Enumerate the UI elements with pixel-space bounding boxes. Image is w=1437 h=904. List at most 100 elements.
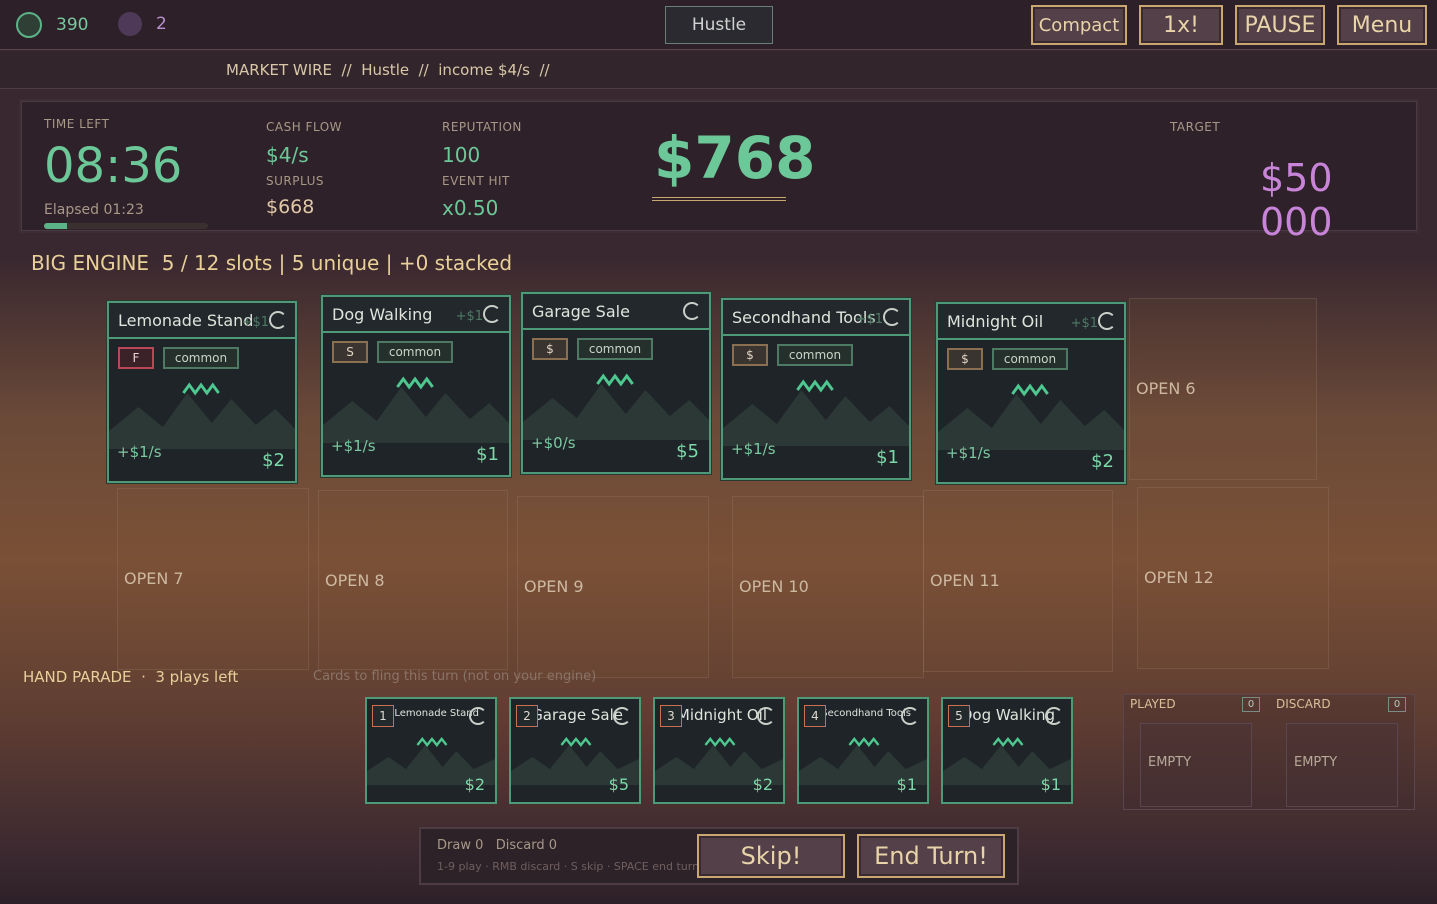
draw-discard-counts: Draw 0 Discard 0 [437, 838, 558, 853]
mountain-art-icon [323, 376, 509, 443]
hand-hint: Cards to fling this turn (not on your en… [313, 669, 597, 684]
pause-button[interactable]: PAUSE [1235, 5, 1325, 45]
coin-icon [16, 12, 42, 38]
card-type-tag: $ [532, 338, 568, 360]
target-label: TARGET [1170, 120, 1221, 134]
open-slot[interactable]: OPEN 8 [318, 490, 508, 670]
end-turn-button[interactable]: End Turn! [857, 834, 1005, 878]
discard-pile[interactable]: EMPTY [1286, 723, 1398, 807]
card-income-hint: +$1 [455, 309, 483, 324]
card-header: Secondhand Tools +$1 [723, 300, 909, 336]
hand-card-2[interactable]: 2 Garage Sale $5 [509, 697, 641, 804]
card-name: Dog Walking [332, 305, 433, 324]
skip-button[interactable]: Skip! [697, 834, 845, 878]
event-hit-value: x0.50 [442, 196, 499, 220]
engine-card-garage-sale[interactable]: Garage Sale $ common +$0/s $5 [521, 292, 711, 474]
mode-label: Hustle [665, 6, 773, 44]
hand-title: HAND PARADE · 3 plays left [23, 668, 239, 686]
hand-card-cost: $1 [896, 775, 917, 794]
discard-empty-text: EMPTY [1294, 755, 1338, 770]
top-bar: 390 2 Hustle Compact 1x! PAUSE Menu [0, 0, 1437, 50]
elapsed-text: Elapsed 01:23 [44, 202, 144, 218]
hand-card-number: 1 [372, 705, 394, 727]
card-type-tag: $ [947, 348, 983, 370]
card-type-tag: $ [732, 344, 768, 366]
open-slot-label: OPEN 7 [124, 569, 184, 588]
open-slot[interactable]: OPEN 11 [923, 490, 1113, 672]
cooldown-ring-icon [1098, 312, 1116, 330]
elapsed-progress-fill [44, 223, 67, 229]
mountain-art-icon [938, 383, 1124, 450]
cooldown-ring-icon [483, 305, 501, 323]
card-income-hint: +$1 [855, 312, 883, 327]
time-left-label: TIME LEFT [44, 117, 110, 131]
compact-button[interactable]: Compact [1031, 5, 1127, 45]
card-rate: +$0/s [531, 434, 576, 452]
card-rarity-tag: common [163, 347, 239, 369]
gem-icon [118, 12, 142, 36]
cash-flow-value: $4/s [266, 143, 309, 167]
open-slot-label: OPEN 11 [930, 571, 1000, 590]
cooldown-ring-icon [613, 707, 631, 725]
reputation-value: 100 [442, 143, 481, 167]
reputation-label: REPUTATION [442, 120, 522, 134]
piles-panel: PLAYED 0 DISCARD 0 EMPTY EMPTY [1123, 694, 1415, 810]
hand-card-5[interactable]: 5 Dog Walking $1 [941, 697, 1073, 804]
open-slot[interactable]: OPEN 10 [732, 496, 924, 678]
discard-label: DISCARD [1276, 697, 1331, 711]
hand-card-number: 3 [660, 705, 682, 727]
open-slot-label: OPEN 10 [739, 577, 809, 596]
open-slot-label: OPEN 9 [524, 577, 584, 596]
open-slot[interactable]: OPEN 7 [117, 488, 309, 670]
hand-card-4[interactable]: 4 Secondhand Tools $1 [797, 697, 929, 804]
gems-value: 2 [156, 14, 167, 34]
market-ticker: MARKET WIRE // Hustle // income $4/s // [0, 51, 1437, 89]
engine-card-dog-walking[interactable]: Dog Walking +$1 S common +$1/s $1 [321, 295, 511, 477]
coins-counter: 390 [16, 12, 88, 38]
surplus-value: $668 [266, 196, 315, 218]
money-total: $768 [654, 124, 816, 192]
played-pile[interactable]: EMPTY [1140, 723, 1252, 807]
open-slot-label: OPEN 8 [325, 571, 385, 590]
hand-card-cost: $1 [1040, 775, 1061, 794]
card-name: Lemonade Stand [118, 311, 254, 330]
speed-button[interactable]: 1x! [1139, 5, 1223, 45]
hand-card-1[interactable]: 1 Lemonade Stand $2 [365, 697, 497, 804]
key-hints: 1-9 play · RMB discard · S skip · SPACE … [437, 860, 699, 873]
card-header: Garage Sale [523, 294, 709, 330]
ticker-text: MARKET WIRE // Hustle // income $4/s // [226, 61, 550, 79]
hand-card-number: 5 [948, 705, 970, 727]
card-income-hint: +$1 [241, 315, 269, 330]
card-cost: $2 [1091, 451, 1114, 472]
coins-value: 390 [56, 15, 89, 35]
open-slot[interactable]: OPEN 12 [1137, 487, 1329, 669]
played-empty-text: EMPTY [1148, 755, 1192, 770]
played-count: 0 [1242, 697, 1260, 712]
played-label: PLAYED [1130, 697, 1176, 711]
card-type-tag: F [118, 347, 154, 369]
card-rate: +$1/s [946, 444, 991, 462]
menu-button[interactable]: Menu [1337, 5, 1427, 45]
engine-card-lemonade-stand[interactable]: Lemonade Stand +$1 F common +$1/s $2 [107, 301, 297, 483]
surplus-label: SURPLUS [266, 174, 324, 188]
mountain-art-icon [723, 379, 909, 446]
stats-panel: TIME LEFT 08:36 Elapsed 01:23 CASH FLOW … [21, 101, 1417, 244]
engine-title: BIG ENGINE 5 / 12 slots | 5 unique | +0 … [31, 251, 513, 275]
card-name: Garage Sale [532, 302, 630, 321]
elapsed-progress-bar [44, 223, 208, 229]
card-cost: $2 [262, 450, 285, 471]
open-slot[interactable]: OPEN 6 [1129, 298, 1317, 480]
open-slot[interactable]: OPEN 9 [517, 496, 709, 678]
card-header: Dog Walking +$1 [323, 297, 509, 333]
cooldown-ring-icon [269, 311, 287, 329]
hand-card-3[interactable]: 3 Midnight Oil $2 [653, 697, 785, 804]
cooldown-ring-icon [901, 707, 919, 725]
engine-card-midnight-oil[interactable]: Midnight Oil +$1 $ common +$1/s $2 [936, 302, 1126, 484]
open-slot-label: OPEN 6 [1136, 379, 1196, 398]
hand-card-cost: $5 [608, 775, 629, 794]
card-rarity-tag: common [777, 344, 853, 366]
card-type-tag: S [332, 341, 368, 363]
cooldown-ring-icon [469, 707, 487, 725]
engine-card-secondhand-tools[interactable]: Secondhand Tools +$1 $ common +$1/s $1 [721, 298, 911, 480]
open-slot-label: OPEN 12 [1144, 568, 1214, 587]
